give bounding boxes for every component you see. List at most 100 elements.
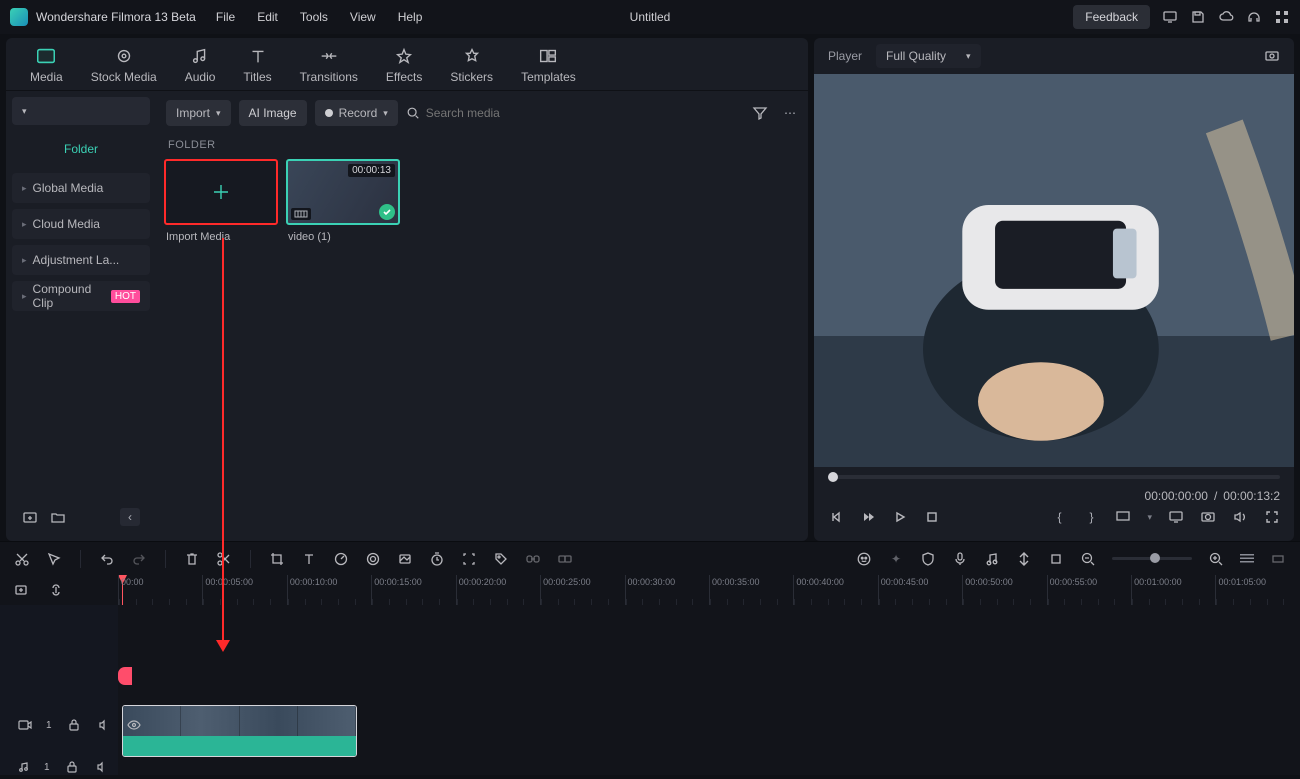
marker-icon[interactable]: [1048, 551, 1064, 567]
video-clip-card[interactable]: 00:00:13 video (1): [286, 159, 400, 249]
tab-transitions[interactable]: Transitions: [300, 46, 358, 84]
redo-icon[interactable]: [131, 551, 147, 567]
search-icon: [406, 106, 420, 120]
tab-titles[interactable]: Titles: [243, 46, 271, 84]
cut-tool-icon[interactable]: [14, 551, 30, 567]
preview-viewport[interactable]: [814, 74, 1294, 467]
chevron-down-icon[interactable]: ▾: [1147, 512, 1152, 523]
video-track-header[interactable]: 1: [18, 717, 142, 733]
track-link-icon[interactable]: [48, 582, 64, 598]
music-note-icon[interactable]: [984, 551, 1000, 567]
fit-icon[interactable]: [1270, 551, 1286, 567]
filter-icon[interactable]: [752, 105, 768, 121]
tab-audio[interactable]: Audio: [185, 46, 216, 84]
prev-frame-icon[interactable]: [828, 509, 844, 525]
save-icon[interactable]: [1190, 9, 1206, 25]
mask-icon[interactable]: [397, 551, 413, 567]
scrub-bar[interactable]: [828, 475, 1280, 479]
media-selector[interactable]: ▾: [12, 97, 150, 125]
timeline-tracks[interactable]: 1 1: [0, 605, 1300, 775]
tab-media[interactable]: Media: [30, 46, 63, 84]
headset-icon[interactable]: [1246, 9, 1262, 25]
snapshot-icon[interactable]: [1264, 48, 1280, 64]
volume-icon[interactable]: [1232, 509, 1248, 525]
split-icon[interactable]: [216, 551, 232, 567]
quality-selector[interactable]: Full Quality▾: [876, 44, 981, 68]
crop-icon[interactable]: [269, 551, 285, 567]
zoom-handle[interactable]: [1150, 553, 1160, 563]
color-icon[interactable]: [365, 551, 381, 567]
menu-file[interactable]: File: [216, 10, 235, 24]
camera-icon[interactable]: [1200, 509, 1216, 525]
more-icon[interactable]: ⋯: [782, 105, 798, 121]
import-folder-icon[interactable]: [22, 509, 38, 525]
undo-icon[interactable]: [99, 551, 115, 567]
select-tool-icon[interactable]: [46, 551, 62, 567]
record-button[interactable]: Record▾: [315, 100, 398, 126]
brace-open-icon[interactable]: {: [1051, 509, 1067, 525]
timeline-marker[interactable]: [118, 667, 132, 685]
delete-icon[interactable]: [184, 551, 200, 567]
text-icon[interactable]: [301, 551, 317, 567]
filmstrip-icon: [291, 208, 311, 220]
tab-templates[interactable]: Templates: [521, 46, 576, 84]
sidebar-item-cloud-media[interactable]: ▸Cloud Media: [12, 209, 150, 239]
import-button[interactable]: Import▾: [166, 100, 231, 126]
scrub-handle[interactable]: [828, 472, 838, 482]
speed-icon[interactable]: [333, 551, 349, 567]
ai-icon[interactable]: [856, 551, 872, 567]
timeline-ruler[interactable]: 00:00 00:00:05:00 00:00:10:00 00:00:15:0…: [0, 575, 1300, 605]
zoom-in-icon[interactable]: [1208, 551, 1224, 567]
tab-stock-media[interactable]: Stock Media: [91, 46, 157, 84]
sidebar-item-compound-clip[interactable]: ▸Compound ClipHOT: [12, 281, 150, 311]
display-icon[interactable]: [1168, 509, 1184, 525]
monitor-icon[interactable]: [1162, 9, 1178, 25]
keyframe-icon[interactable]: [461, 551, 477, 567]
fullscreen-icon[interactable]: [1264, 509, 1280, 525]
tab-effects[interactable]: Effects: [386, 46, 422, 84]
grip-icon[interactable]: [1240, 554, 1254, 564]
menu-edit[interactable]: Edit: [257, 10, 278, 24]
menu-tools[interactable]: Tools: [300, 10, 328, 24]
search-input[interactable]: [426, 106, 626, 120]
brace-close-icon[interactable]: }: [1083, 509, 1099, 525]
player-label: Player: [828, 49, 862, 63]
sidebar-item-global-media[interactable]: ▸Global Media: [12, 173, 150, 203]
cloud-icon[interactable]: [1218, 9, 1234, 25]
duration-icon[interactable]: [429, 551, 445, 567]
section-label: FOLDER: [156, 135, 808, 159]
lock-icon[interactable]: [66, 717, 82, 733]
search-media[interactable]: [406, 106, 744, 120]
group-icon[interactable]: [557, 551, 573, 567]
sidebar-item-adjustment-layer[interactable]: ▸Adjustment La...: [12, 245, 150, 275]
apps-icon[interactable]: [1274, 9, 1290, 25]
lock-icon[interactable]: [64, 759, 80, 775]
track-add-icon[interactable]: [14, 582, 30, 598]
stop-icon[interactable]: [924, 509, 940, 525]
settings-gear-icon[interactable]: ✦: [888, 551, 904, 567]
folder-button[interactable]: Folder: [12, 135, 150, 163]
tag-icon[interactable]: [493, 551, 509, 567]
menu-help[interactable]: Help: [398, 10, 423, 24]
import-media-card[interactable]: Import Media: [164, 159, 278, 249]
ai-image-button[interactable]: AI Image: [239, 100, 307, 126]
zoom-out-icon[interactable]: [1080, 551, 1096, 567]
mic-icon[interactable]: [952, 551, 968, 567]
audio-track-header[interactable]: 1: [18, 759, 110, 775]
visibility-icon[interactable]: [126, 717, 142, 733]
menu-view[interactable]: View: [350, 10, 376, 24]
play-icon[interactable]: [892, 509, 908, 525]
mute-icon[interactable]: [94, 759, 110, 775]
collapse-icon[interactable]: ‹: [120, 508, 140, 526]
mute-icon[interactable]: [96, 717, 112, 733]
ratio-icon[interactable]: [1115, 509, 1131, 525]
feedback-button[interactable]: Feedback: [1073, 5, 1150, 29]
new-folder-icon[interactable]: [50, 509, 66, 525]
snap-icon[interactable]: [1016, 551, 1032, 567]
tab-stickers[interactable]: Stickers: [450, 46, 493, 84]
timeline-clip[interactable]: [122, 705, 357, 757]
play-forward-icon[interactable]: [860, 509, 876, 525]
zoom-slider[interactable]: [1112, 557, 1192, 560]
shield-icon[interactable]: [920, 551, 936, 567]
link-icon[interactable]: [525, 551, 541, 567]
